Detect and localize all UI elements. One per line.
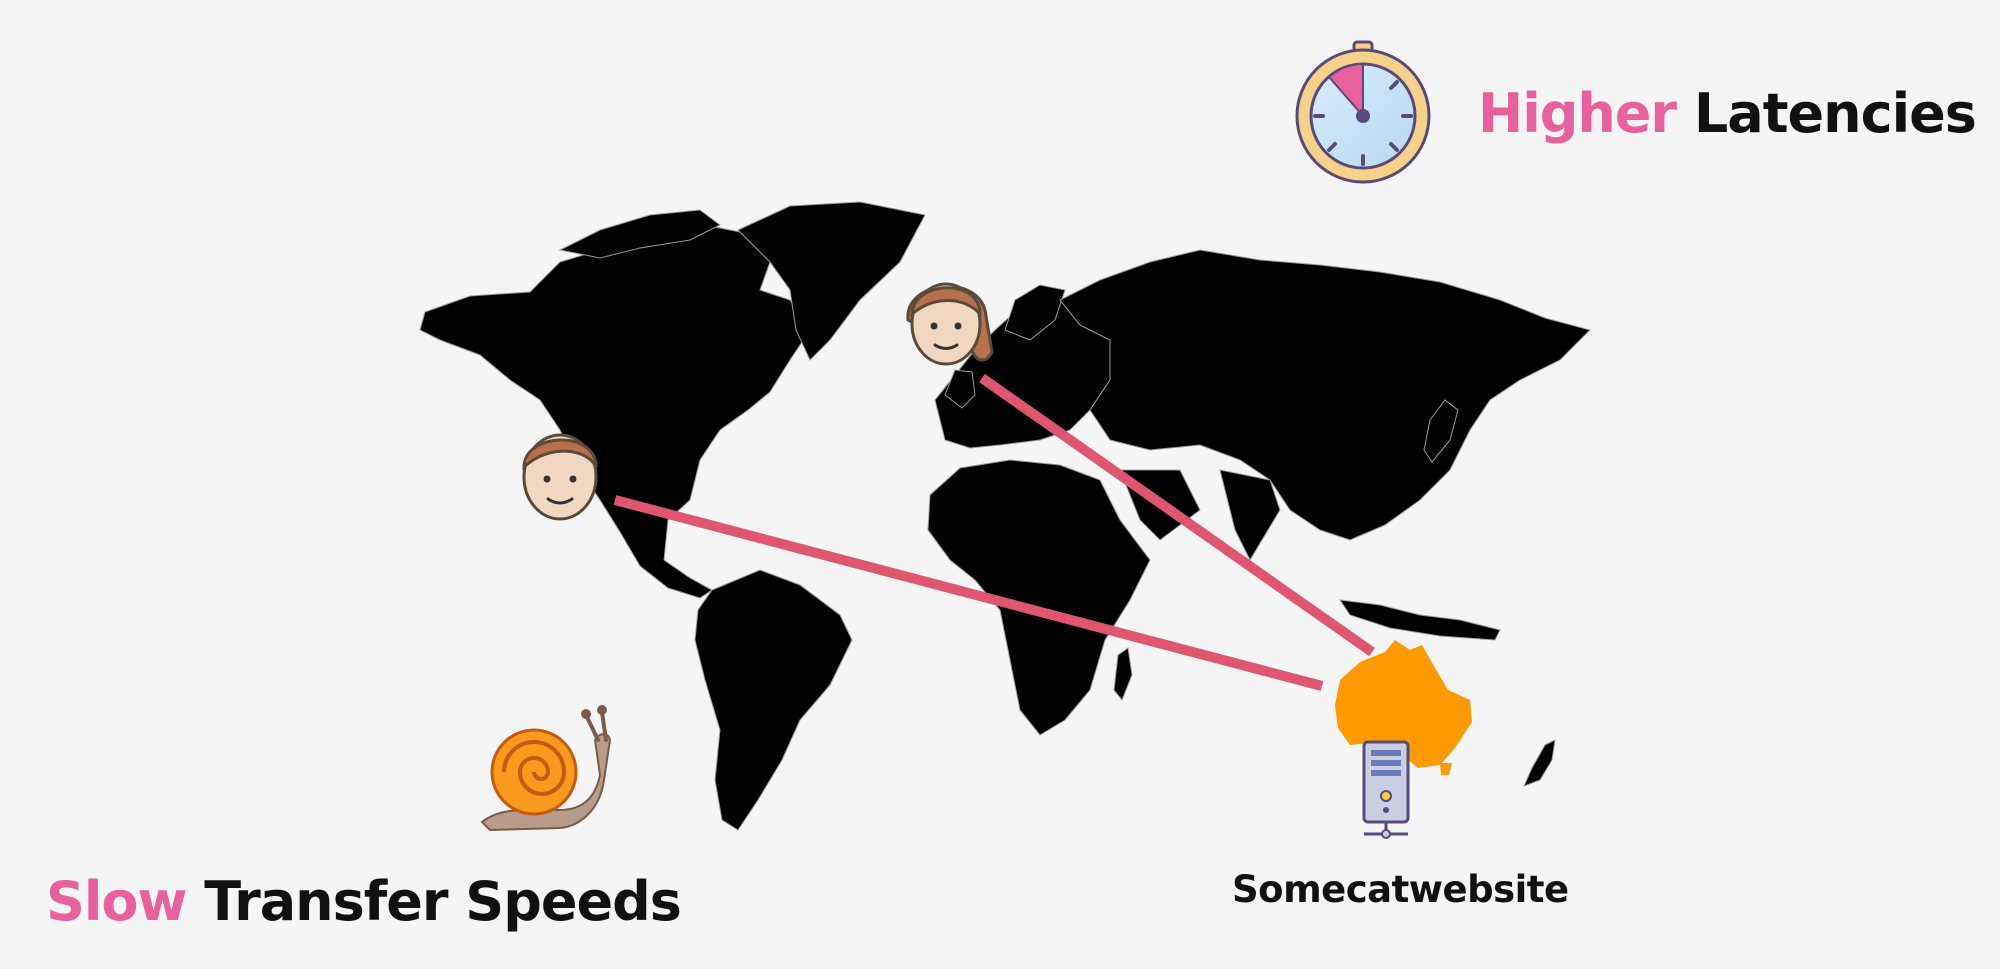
speed-heading: Slow Transfer Speeds: [46, 870, 682, 933]
new-zealand: [1523, 739, 1556, 787]
tasmania: [1440, 763, 1452, 775]
latency-heading-accent: Higher: [1478, 82, 1677, 145]
latency-heading-rest: Latencies: [1693, 82, 1977, 145]
continent-north-america: [419, 221, 811, 599]
speed-heading-rest: Transfer Speeds: [204, 870, 682, 933]
madagascar: [1113, 647, 1133, 701]
user-avatar-icon-america: [522, 433, 598, 521]
speed-heading-accent: Slow: [46, 870, 187, 933]
indonesia-islands: [1338, 599, 1501, 641]
server-label: Somecatwebsite: [1232, 868, 1569, 911]
continent-south-america: [694, 569, 853, 831]
server-icon: [1362, 740, 1410, 839]
user-avatar-icon-europe: [906, 282, 994, 366]
latency-heading: Higher Latencies: [1478, 82, 1977, 145]
world-map-diagram: [419, 40, 1591, 839]
snail-icon: [480, 705, 612, 832]
stopwatch-icon: [1295, 40, 1431, 184]
